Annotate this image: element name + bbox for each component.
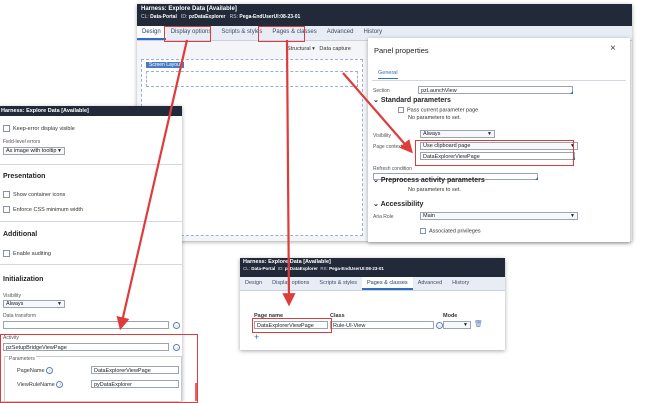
annotation-arrows (116, 39, 413, 401)
arrow-to-page-context (342, 72, 413, 154)
arrow-pages-classes-down (282, 39, 296, 307)
arrow-display-options-to-activity (116, 39, 189, 331)
